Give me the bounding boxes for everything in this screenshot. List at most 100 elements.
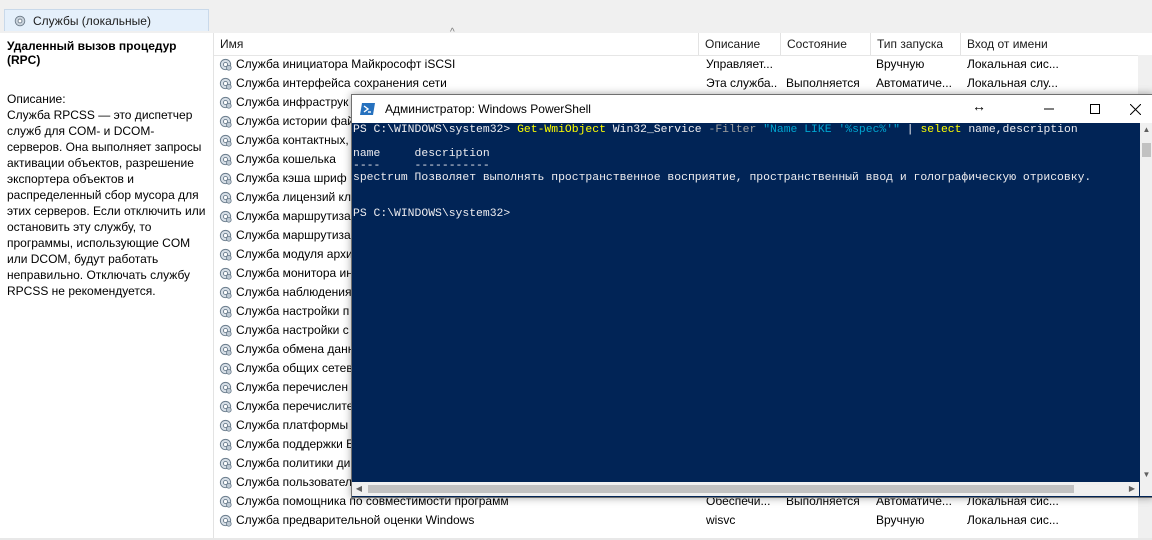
console-title-strip: Службы (локальные) bbox=[0, 0, 1152, 34]
select-command: select bbox=[920, 124, 962, 136]
console-vertical-scrollbar[interactable]: ▲ ▼ bbox=[1140, 123, 1152, 482]
column-header-logon-as[interactable]: Вход от имени bbox=[960, 33, 1080, 55]
pipe-symbol: | bbox=[906, 124, 914, 136]
scrollbar-corner bbox=[1140, 482, 1152, 496]
service-gear-icon bbox=[219, 115, 232, 128]
service-gear-icon bbox=[219, 286, 232, 299]
service-name: Служба инициатора Майкрософт iSCSI bbox=[236, 57, 456, 71]
service-gear-icon bbox=[219, 248, 232, 261]
service-name: Служба пользовател bbox=[236, 475, 353, 489]
service-name: Служба маршрутиза bbox=[236, 228, 351, 242]
service-description-text: Служба RPCSS — это диспетчер служб для C… bbox=[7, 108, 206, 298]
service-logon-cell: Локальная сис... bbox=[967, 57, 1059, 71]
column-header-row: Имя ^ Описание Состояние Тип запуска Вхо… bbox=[214, 27, 1152, 56]
service-gear-icon bbox=[219, 400, 232, 413]
powershell-titlebar[interactable]: Администратор: Windows PowerShell ↔ bbox=[352, 95, 1152, 123]
cmdlet-parameter: -Filter bbox=[708, 124, 757, 136]
service-gear-icon bbox=[219, 476, 232, 489]
service-gear-icon bbox=[219, 210, 232, 223]
cmdlet: Get-WmiObject bbox=[517, 124, 606, 136]
close-button[interactable] bbox=[1112, 95, 1152, 123]
column-header-description[interactable]: Описание bbox=[698, 33, 778, 55]
service-name-cell: Служба инициатора Майкрософт iSCSI bbox=[218, 55, 696, 74]
scroll-right-icon[interactable]: ▶ bbox=[1125, 482, 1139, 496]
service-name: Служба лицензий кл bbox=[236, 190, 351, 204]
resize-cursor-icon: ↔ bbox=[972, 98, 986, 114]
service-gear-icon bbox=[219, 343, 232, 356]
service-gear-icon bbox=[219, 362, 232, 375]
output-header: name description bbox=[353, 148, 490, 160]
selected-service-title: Удаленный вызов процедур (RPC) bbox=[7, 39, 177, 67]
powershell-console[interactable]: PS C:\WINDOWS\system32> Get-WmiObject Wi… bbox=[352, 123, 1139, 483]
service-name: Служба настройки с bbox=[236, 323, 349, 337]
service-name-cell: Служба предварительной оценки Windows bbox=[218, 511, 696, 530]
service-name: Служба модуля архи bbox=[236, 247, 353, 261]
console-horizontal-scrollbar[interactable]: ◀ ▶ bbox=[352, 482, 1139, 496]
console-vertical-thumb[interactable] bbox=[1142, 143, 1151, 157]
column-header-name[interactable]: Имя bbox=[214, 33, 696, 55]
service-description-cell: wisvc bbox=[706, 513, 736, 527]
minimize-button[interactable] bbox=[1026, 95, 1072, 123]
command-line: PS C:\WINDOWS\system32> Get-WmiObject Wi… bbox=[353, 124, 1139, 136]
service-logon-cell: Локальная сис... bbox=[967, 513, 1059, 527]
description-caption: Описание: bbox=[7, 92, 66, 106]
service-name: Служба инфраструк bbox=[236, 95, 349, 109]
service-gear-icon bbox=[219, 134, 232, 147]
service-status-cell: Выполняется bbox=[786, 76, 860, 90]
scroll-left-icon[interactable]: ◀ bbox=[352, 482, 366, 496]
service-name: Служба интерфейса сохранения сети bbox=[236, 76, 447, 90]
sort-ascending-icon: ^ bbox=[450, 27, 455, 38]
powershell-title: Администратор: Windows PowerShell bbox=[385, 102, 591, 116]
service-gear-icon bbox=[219, 419, 232, 432]
service-row[interactable]: Служба предварительной оценки Windows wis… bbox=[214, 511, 1152, 530]
service-startup-cell: Вручную bbox=[876, 513, 925, 527]
service-name: Служба монитора ин bbox=[236, 266, 353, 280]
service-gear-icon bbox=[219, 153, 232, 166]
service-gear-icon bbox=[219, 514, 232, 527]
service-gear-icon bbox=[219, 77, 232, 90]
service-gear-icon bbox=[219, 305, 232, 318]
service-name: Служба перечислен bbox=[236, 380, 348, 394]
maximize-icon bbox=[1090, 104, 1100, 114]
service-gear-icon bbox=[219, 438, 232, 451]
service-gear-icon bbox=[219, 457, 232, 470]
scroll-down-icon[interactable]: ▼ bbox=[1140, 468, 1152, 482]
service-gear-icon bbox=[219, 381, 232, 394]
service-gear-icon bbox=[219, 229, 232, 242]
service-gear-icon bbox=[219, 96, 232, 109]
services-local-tab[interactable]: Службы (локальные) bbox=[4, 9, 209, 31]
service-description-cell: Управляет... bbox=[706, 57, 773, 71]
service-gear-icon bbox=[219, 324, 232, 337]
powershell-window[interactable]: Администратор: Windows PowerShell ↔ PS C… bbox=[351, 94, 1152, 498]
service-startup-cell: Вручную bbox=[876, 57, 925, 71]
cmdlet-argument: Win32_Service bbox=[612, 124, 702, 136]
filter-string: "Name LIKE '%spec%'" bbox=[763, 124, 900, 136]
services-tab-label: Службы (локальные) bbox=[33, 13, 151, 28]
column-header-status[interactable]: Состояние bbox=[780, 33, 870, 55]
service-gear-icon bbox=[219, 495, 232, 508]
minimize-icon bbox=[1044, 108, 1054, 110]
service-startup-cell: Автоматиче... bbox=[876, 76, 952, 90]
service-gear-icon bbox=[219, 58, 232, 71]
scroll-up-icon[interactable]: ▲ bbox=[1140, 123, 1152, 137]
service-row[interactable]: Служба инициатора Майкрософт iSCSI Управл… bbox=[214, 55, 1152, 74]
service-name: Служба обмена данн bbox=[236, 342, 355, 356]
service-description-cell: Эта служба... bbox=[706, 76, 778, 90]
service-name-cell: Служба интерфейса сохранения сети bbox=[218, 74, 696, 93]
service-name: Служба настройки п bbox=[236, 304, 350, 318]
powershell-icon bbox=[360, 103, 375, 115]
service-row[interactable]: Служба интерфейса сохранения сети Эта слу… bbox=[214, 74, 1152, 93]
service-name: Служба платформы bbox=[236, 418, 349, 432]
service-gear-icon bbox=[219, 191, 232, 204]
service-name: Служба предварительной оценки Windows bbox=[236, 513, 475, 527]
close-icon bbox=[1129, 103, 1141, 115]
service-description-pane: Удаленный вызов процедур (RPC) Описание:… bbox=[0, 33, 214, 538]
column-header-startup-type[interactable]: Тип запуска bbox=[870, 33, 960, 55]
service-name: Служба политики ди bbox=[236, 456, 351, 470]
console-horizontal-thumb[interactable] bbox=[368, 485, 1074, 493]
select-arguments: name,description bbox=[968, 124, 1078, 136]
service-name: Служба общих сетев bbox=[236, 361, 353, 375]
service-name: Служба кэша шриф bbox=[236, 171, 347, 185]
current-prompt: PS C:\WINDOWS\system32> bbox=[353, 208, 511, 220]
service-name: Служба поддержки Б bbox=[236, 437, 355, 451]
